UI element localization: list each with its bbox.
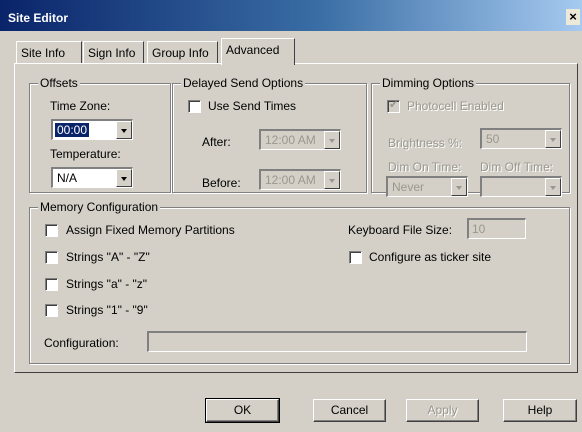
memory-configuration-group: Memory Configuration Assign Fixed Memory… <box>29 200 570 364</box>
time-zone-select[interactable]: 00:00 <box>51 119 133 140</box>
strings-lower-checkbox[interactable] <box>45 278 58 291</box>
keyboard-file-size-value: 10 <box>472 222 486 236</box>
apply-button[interactable]: Apply <box>406 399 479 422</box>
keyboard-file-size-label: Keyboard File Size: <box>348 223 453 237</box>
before-dropdown-button[interactable] <box>324 171 340 189</box>
photocell-checkbox[interactable]: ✔ <box>387 99 400 113</box>
offsets-group-title: Offsets <box>38 76 80 90</box>
assign-fixed-partitions-checkbox[interactable] <box>45 224 58 237</box>
use-send-times-checkbox[interactable] <box>188 100 201 113</box>
dim-off-dropdown-button[interactable] <box>545 178 561 196</box>
tab-label: Group Info <box>152 46 209 60</box>
chevron-down-icon <box>456 186 462 190</box>
tab-group-info[interactable]: Group Info <box>147 41 218 63</box>
dim-off-time-select[interactable] <box>480 176 562 197</box>
chevron-down-icon <box>121 177 127 181</box>
after-time-value: 12:00 AM <box>265 133 316 147</box>
help-button[interactable]: Help <box>503 399 577 422</box>
tab-sign-info[interactable]: Sign Info <box>83 41 144 63</box>
time-zone-value: 00:00 <box>55 123 90 137</box>
dim-on-time-label: Dim On Time: <box>388 160 462 174</box>
dim-on-dropdown-button[interactable] <box>451 178 467 196</box>
brightness-label: Brightness %: <box>388 136 463 150</box>
title-bar: Site Editor × <box>0 0 582 31</box>
strings-digits-label: Strings "1" - "9" <box>66 303 148 317</box>
tab-site-info[interactable]: Site Info <box>16 41 82 63</box>
dimming-group: Dimming Options ✔ Photocell Enabled Brig… <box>371 76 570 197</box>
dialog-body: Site Info Sign Info Group Info Advanced … <box>0 31 582 432</box>
chevron-down-icon <box>550 186 556 190</box>
configuration-field[interactable] <box>147 331 527 352</box>
tab-label: Sign Info <box>88 46 136 60</box>
use-send-times-label: Use Send Times <box>208 99 297 113</box>
strings-lower-label: Strings "a" - "z" <box>66 277 148 291</box>
after-label: After: <box>202 135 231 149</box>
dimming-group-title: Dimming Options <box>380 76 477 90</box>
chevron-down-icon <box>329 139 335 143</box>
temperature-dropdown-button[interactable] <box>116 169 132 187</box>
dim-on-time-select[interactable]: Never <box>386 176 468 197</box>
strings-upper-label: Strings "A" - "Z" <box>66 250 150 264</box>
after-time-select[interactable]: 12:00 AM <box>259 129 341 150</box>
configuration-label: Configuration: <box>44 336 119 350</box>
offsets-group: Offsets Time Zone: 00:00 Temperature: N/… <box>29 76 171 193</box>
dim-on-time-value: Never <box>392 180 425 194</box>
photocell-label: Photocell Enabled <box>407 99 504 113</box>
assign-fixed-partitions-label: Assign Fixed Memory Partitions <box>66 223 235 237</box>
close-icon[interactable]: × <box>566 9 580 25</box>
tab-label: Site Info <box>21 46 66 60</box>
temperature-value: N/A <box>57 171 78 185</box>
brightness-dropdown-button[interactable] <box>545 130 561 148</box>
temperature-label: Temperature: <box>50 147 121 161</box>
tab-advanced[interactable]: Advanced <box>221 38 295 65</box>
chevron-down-icon <box>550 138 556 142</box>
delayed-send-group-title: Delayed Send Options <box>181 76 306 90</box>
before-time-value: 12:00 AM <box>265 173 316 187</box>
ticker-site-label: Configure as ticker site <box>369 250 492 264</box>
chevron-down-icon <box>121 129 127 133</box>
keyboard-file-size-input[interactable]: 10 <box>467 218 526 239</box>
memory-group-title: Memory Configuration <box>38 200 161 214</box>
window-title: Site Editor <box>8 11 69 25</box>
brightness-value: 50 <box>486 132 500 146</box>
before-time-select[interactable]: 12:00 AM <box>259 169 341 190</box>
chevron-down-icon <box>329 179 335 183</box>
ticker-site-checkbox[interactable] <box>349 251 362 264</box>
time-zone-label: Time Zone: <box>50 99 111 113</box>
after-dropdown-button[interactable] <box>324 131 340 149</box>
check-icon: ✔ <box>389 99 399 111</box>
cancel-button[interactable]: Cancel <box>313 399 386 422</box>
time-zone-dropdown-button[interactable] <box>116 121 132 139</box>
delayed-send-group: Delayed Send Options Use Send Times Afte… <box>172 76 367 193</box>
temperature-select[interactable]: N/A <box>51 167 133 188</box>
strings-digits-checkbox[interactable] <box>45 304 58 317</box>
dim-off-time-label: Dim Off Time: <box>480 160 554 174</box>
tab-label: Advanced <box>226 43 280 57</box>
before-label: Before: <box>202 176 241 190</box>
strings-upper-checkbox[interactable] <box>45 251 58 264</box>
ok-button[interactable]: OK <box>205 398 280 423</box>
brightness-select[interactable]: 50 <box>480 128 562 149</box>
advanced-tab-panel: Offsets Time Zone: 00:00 Temperature: N/… <box>14 63 578 373</box>
